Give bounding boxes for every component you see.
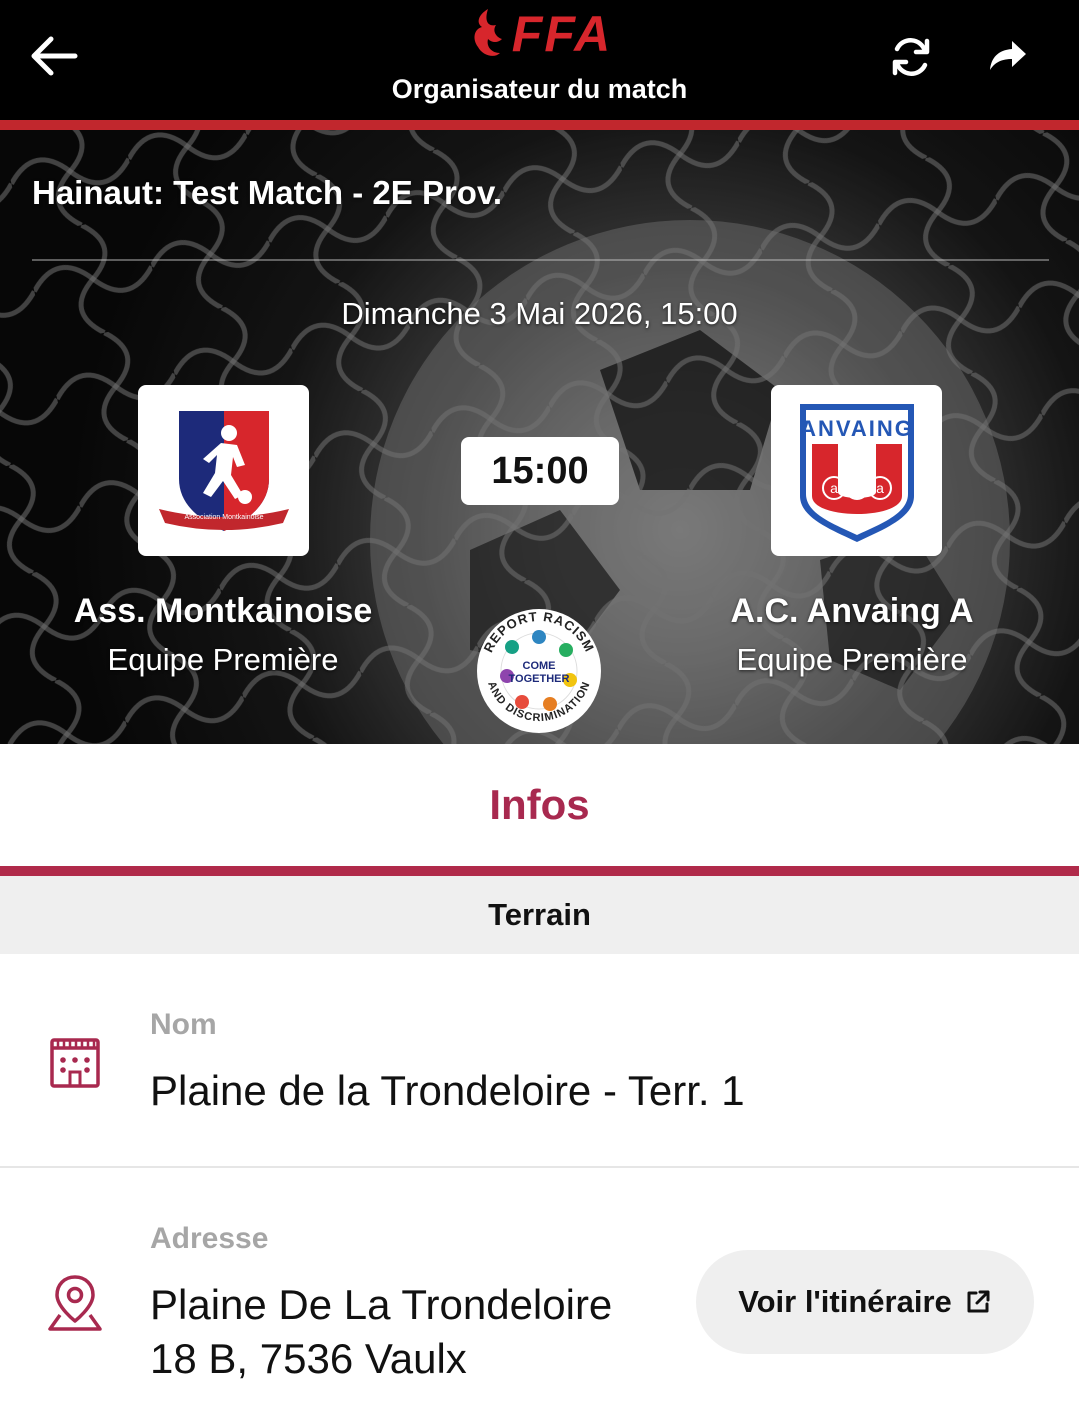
- badge-center-line2: TOGETHER: [509, 673, 570, 685]
- away-team-logo[interactable]: ANVAING a c a: [771, 385, 942, 556]
- terrain-name-value: Plaine de la Trondeloire - Terr. 1: [150, 1067, 745, 1114]
- home-crest-text: Association Montkainoise: [184, 514, 263, 521]
- refresh-button[interactable]: [882, 28, 940, 86]
- back-arrow-icon: [31, 36, 78, 76]
- view-route-button[interactable]: Voir l'itinéraire: [696, 1250, 1034, 1354]
- away-team-squad: Equipe Première: [736, 642, 968, 677]
- competition-title: Hainaut: Test Match - 2E Prov.: [32, 174, 503, 211]
- section-title-terrain: Terrain: [0, 876, 1079, 954]
- match-date: Dimanche 3 Mai 2026, 15:00: [341, 296, 738, 331]
- address-label: Adresse: [150, 1222, 269, 1255]
- share-icon: [990, 41, 1026, 70]
- tabs-bar: Infos: [0, 744, 1079, 866]
- home-team-squad: Equipe Première: [107, 642, 339, 677]
- crest-letter-3: a: [876, 480, 884, 496]
- tab-infos[interactable]: Infos: [0, 744, 1079, 866]
- away-crest-title: ANVAING: [800, 416, 914, 441]
- app-header: FFA Organisateur du match: [0, 0, 1079, 120]
- share-button[interactable]: [980, 28, 1036, 84]
- report-racism-badge: REPORT RACISM AND DISCRIMINATION COME TO…: [477, 609, 601, 733]
- home-team-logo[interactable]: Association Montkainoise: [138, 385, 309, 556]
- crest-letter-2: c: [853, 480, 860, 496]
- stadium-icon: [44, 1030, 106, 1092]
- header-accent-bar: [0, 120, 1079, 130]
- match-hero: Hainaut: Test Match - 2E Prov. Dimanche …: [0, 130, 1079, 744]
- address-line-1: Plaine De La Trondeloire: [150, 1281, 613, 1328]
- badge-center-line1: COME: [523, 660, 556, 672]
- tab-active-indicator: [0, 866, 1079, 876]
- name-label: Nom: [150, 1008, 217, 1041]
- rooster-icon: [474, 9, 502, 56]
- refresh-icon: [892, 38, 930, 76]
- home-team-name[interactable]: Ass. Montkainoise: [3, 592, 443, 631]
- away-crest-icon: ANVAING a c a: [799, 403, 914, 542]
- external-link-icon: [967, 1290, 990, 1313]
- route-button-label: Voir l'itinéraire: [738, 1284, 952, 1319]
- kickoff-time: 15:00: [461, 437, 619, 505]
- ffa-logo: FFA: [440, 2, 640, 66]
- logo-text: FFA: [511, 6, 613, 62]
- location-pin-icon: [44, 1272, 106, 1334]
- crest-letter-1: a: [830, 480, 838, 496]
- home-crest-icon: Association Montkainoise: [158, 410, 289, 531]
- hero-divider: [32, 259, 1049, 261]
- row-divider: [0, 1166, 1079, 1168]
- away-team-name[interactable]: A.C. Anvaing A: [632, 592, 1072, 631]
- address-line-2: 18 B, 7536 Vaulx: [150, 1335, 467, 1382]
